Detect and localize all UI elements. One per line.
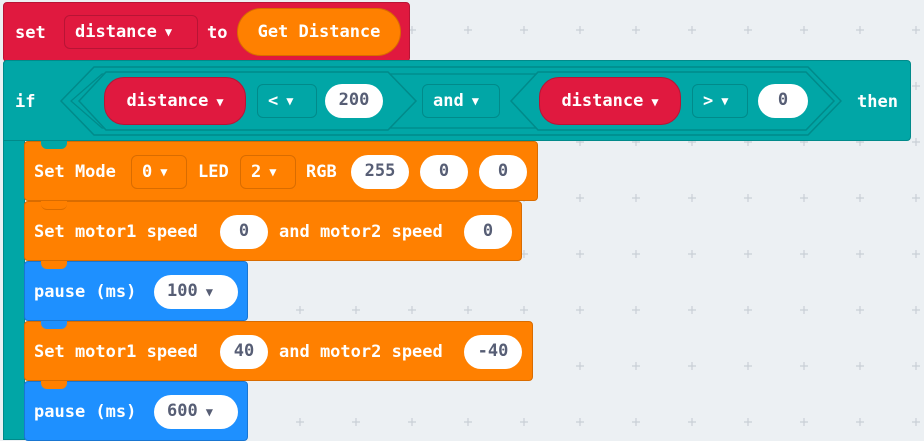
green-value-input[interactable]: 0 — [420, 155, 468, 189]
chevron-down-icon: ▼ — [651, 95, 659, 109]
block-notch — [41, 261, 67, 269]
rgb-label: RGB — [306, 162, 337, 182]
chevron-down-icon: ▼ — [286, 94, 294, 108]
chevron-down-icon: ▼ — [160, 165, 168, 179]
green-value-text: 0 — [438, 161, 450, 181]
pause-duration-text: 100 — [167, 281, 198, 301]
led-dropdown[interactable]: 2 ▼ — [240, 155, 296, 189]
motor2-speed-text: -40 — [477, 341, 509, 361]
set-variable-block[interactable]: set distance ▼ to Get Distance — [3, 2, 410, 69]
block-notch — [41, 201, 67, 210]
chevron-down-icon: ▼ — [164, 25, 173, 39]
red-value-text: 255 — [364, 161, 396, 181]
chevron-down-icon: ▼ — [205, 285, 213, 299]
left-compare-value[interactable]: 200 — [325, 84, 383, 118]
chevron-down-icon: ▼ — [471, 94, 479, 108]
set-mode-block[interactable]: Set Mode 0 ▼ LED 2 ▼ RGB 255 0 0 — [24, 141, 538, 201]
chevron-down-icon: ▼ — [269, 165, 277, 179]
mode-value: 0 — [142, 162, 153, 182]
get-distance-label: Get Distance — [257, 22, 381, 42]
pause-label: pause (ms) — [34, 402, 137, 422]
if-keyword: if — [15, 92, 36, 112]
pause-duration-dropdown[interactable]: 100 ▼ — [154, 275, 238, 309]
blue-value-input[interactable]: 0 — [479, 155, 527, 189]
motor1-label: Set motor1 speed — [34, 222, 198, 242]
to-keyword: to — [207, 23, 228, 43]
right-compare-value[interactable]: 0 — [758, 84, 808, 118]
chevron-down-icon: ▼ — [721, 94, 729, 108]
left-value-text: 200 — [338, 90, 370, 110]
set-variable-name: distance — [75, 22, 157, 42]
logic-operator: and — [433, 91, 464, 111]
led-label: LED — [198, 162, 229, 182]
motor2-speed-input[interactable]: -40 — [464, 335, 522, 369]
motor2-speed-input[interactable]: 0 — [464, 215, 512, 249]
pause-block-2[interactable]: pause (ms) 600 ▼ — [24, 381, 248, 441]
block-notch — [41, 381, 67, 389]
left-operator: < — [268, 91, 279, 111]
motor-speed-block-2[interactable]: Set motor1 speed 40 and motor2 speed -40 — [24, 321, 533, 381]
chevron-down-icon: ▼ — [216, 95, 224, 109]
set-mode-label: Set Mode — [34, 162, 116, 182]
right-value-text: 0 — [777, 90, 789, 110]
pause-label: pause (ms) — [34, 282, 137, 302]
set-variable-dropdown[interactable]: distance ▼ — [64, 15, 198, 49]
get-distance-block[interactable]: Get Distance — [237, 8, 401, 56]
led-value: 2 — [251, 162, 262, 182]
motor1-speed-input[interactable]: 40 — [220, 335, 268, 369]
set-keyword: set — [15, 23, 46, 43]
pause-block-1[interactable]: pause (ms) 100 ▼ — [24, 261, 248, 321]
red-value-input[interactable]: 255 — [351, 155, 409, 189]
logic-operator-dropdown[interactable]: and ▼ — [422, 84, 500, 118]
motor-speed-block-1[interactable]: Set motor1 speed 0 and motor2 speed 0 — [24, 201, 522, 261]
pause-duration-text: 600 — [167, 401, 198, 421]
motor2-label: and motor2 speed — [279, 222, 443, 242]
motor2-speed-text: 0 — [482, 221, 494, 241]
left-distance-variable[interactable]: distance ▼ — [104, 77, 246, 125]
block-notch — [41, 321, 67, 329]
left-variable-name: distance — [126, 91, 209, 111]
motor1-label: Set motor1 speed — [34, 342, 198, 362]
then-keyword: then — [857, 92, 898, 112]
chevron-down-icon: ▼ — [205, 405, 213, 419]
motor1-speed-text: 0 — [238, 221, 250, 241]
pause-duration-dropdown[interactable]: 600 ▼ — [154, 395, 238, 429]
right-variable-name: distance — [561, 91, 644, 111]
block-notch — [41, 141, 67, 149]
motor1-speed-input[interactable]: 0 — [220, 215, 268, 249]
mode-dropdown[interactable]: 0 ▼ — [131, 155, 187, 189]
left-operator-dropdown[interactable]: < ▼ — [257, 84, 317, 118]
right-operator: > — [703, 91, 714, 111]
blue-value-text: 0 — [497, 161, 509, 181]
motor1-speed-text: 40 — [233, 341, 255, 361]
right-distance-variable[interactable]: distance ▼ — [539, 77, 681, 125]
right-operator-dropdown[interactable]: > ▼ — [692, 84, 748, 118]
if-block[interactable]: if distance ▼ < ▼ 200 and ▼ distance ▼ > ▼ 0 … — [3, 60, 911, 141]
motor2-label: and motor2 speed — [279, 342, 443, 362]
